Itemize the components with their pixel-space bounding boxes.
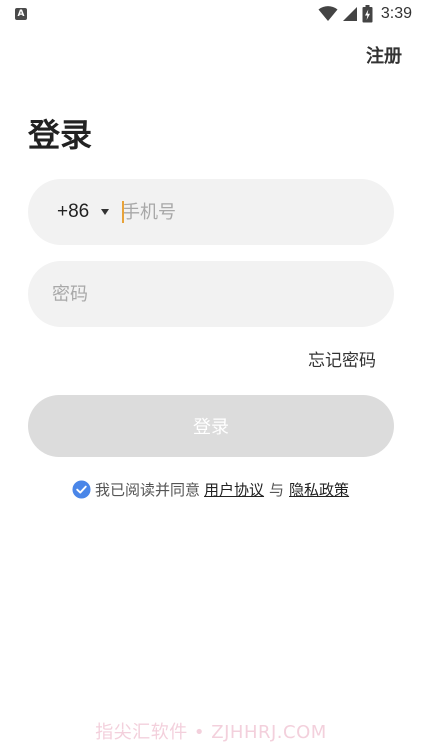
- signal-icon: [342, 7, 357, 21]
- page-title: 登录: [28, 116, 93, 154]
- phone-input[interactable]: [122, 179, 372, 245]
- password-input[interactable]: [52, 261, 372, 327]
- app-notification-icon: A: [15, 8, 27, 20]
- agreement-connector: 与: [269, 481, 285, 499]
- check-circle-icon[interactable]: [72, 480, 91, 499]
- status-icons: 3:39: [318, 4, 412, 24]
- agreement-prefix: 我已阅读并同意: [95, 481, 201, 499]
- country-code-selector[interactable]: +86: [57, 179, 110, 245]
- register-button[interactable]: 注册: [366, 42, 402, 68]
- password-field[interactable]: [28, 261, 394, 327]
- status-bar: A 3:39: [0, 0, 422, 30]
- battery-icon: [362, 5, 373, 23]
- privacy-policy-link[interactable]: 隐私政策: [289, 479, 349, 500]
- agreement-row: 我已阅读并同意 用户协议 与 隐私政策: [72, 479, 349, 500]
- status-time: 3:39: [380, 5, 412, 22]
- country-code-label: +86: [57, 201, 90, 222]
- phone-field[interactable]: +86: [28, 179, 394, 245]
- login-button[interactable]: 登录: [28, 395, 394, 457]
- text-cursor: [122, 201, 124, 223]
- user-agreement-link[interactable]: 用户协议: [204, 479, 264, 500]
- wifi-icon: [318, 6, 338, 21]
- caret-down-icon: [101, 209, 110, 215]
- forgot-password-link[interactable]: 忘记密码: [308, 346, 376, 371]
- watermark: 指尖汇软件 • ZJHHRJ.COM: [95, 722, 327, 743]
